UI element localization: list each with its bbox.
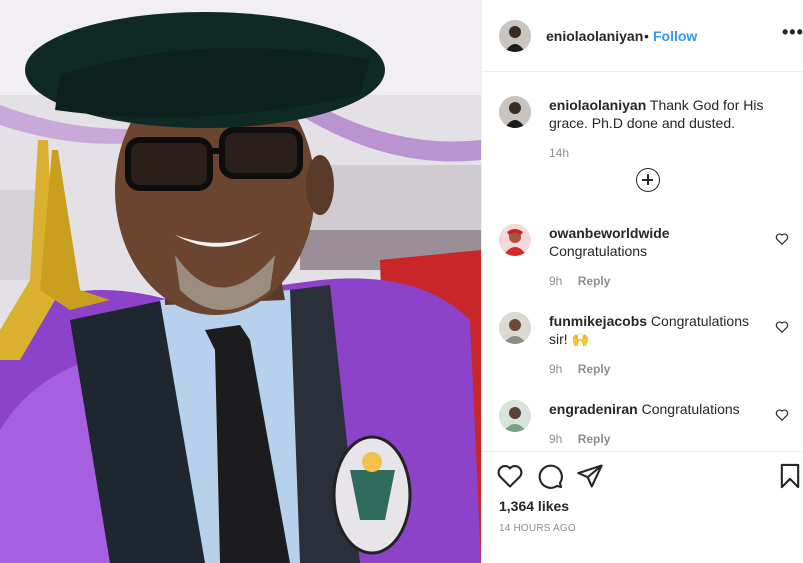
post-photo[interactable] [0, 0, 481, 563]
actions-divider [482, 451, 803, 452]
caption-text: eniolaolaniyan Thank God for His grace. … [549, 96, 779, 132]
graduate-photo-image [0, 0, 481, 563]
author-username[interactable]: eniolaolaniyan [546, 28, 643, 44]
more-options-icon[interactable]: ••• [782, 22, 803, 43]
caption-author-avatar[interactable] [499, 96, 531, 128]
comment-meta: 9h Reply [549, 274, 610, 288]
commenter-avatar[interactable] [499, 312, 531, 344]
caption-username[interactable]: eniolaolaniyan [549, 97, 646, 113]
separator-dot: • [644, 28, 649, 44]
bookmark-icon[interactable] [776, 462, 803, 490]
heart-icon[interactable] [775, 408, 789, 422]
author-avatar[interactable] [499, 20, 531, 52]
like-count[interactable]: 1,364 likes [499, 498, 569, 514]
comment-meta: 9h Reply [549, 362, 610, 376]
comment-username[interactable]: owanbeworldwide [549, 225, 670, 241]
comment-meta: 9h Reply [549, 432, 610, 446]
comment-time[interactable]: 9h [549, 362, 562, 376]
comment-body: Congratulations [549, 243, 648, 259]
comment-body: Congratulations [641, 401, 740, 417]
comment-time[interactable]: 9h [549, 274, 562, 288]
reply-button[interactable]: Reply [578, 432, 611, 446]
post-timestamp[interactable]: 14 HOURS AGO [499, 523, 576, 534]
comment-bubble-icon[interactable] [536, 462, 564, 490]
commenter-avatar[interactable] [499, 224, 531, 256]
heart-icon[interactable] [496, 462, 524, 490]
comment-text: funmikejacobs Congratulations sir! 🙌 [549, 312, 769, 348]
follow-button[interactable]: Follow [653, 28, 697, 44]
reply-button[interactable]: Reply [578, 274, 611, 288]
plus-circle-icon[interactable] [636, 168, 660, 192]
caption-timestamp[interactable]: 14h [549, 146, 569, 160]
comment-username[interactable]: funmikejacobs [549, 313, 647, 329]
heart-icon[interactable] [775, 232, 789, 246]
paper-plane-icon[interactable] [576, 462, 604, 490]
comment-text: owanbeworldwide Congratulations [549, 224, 769, 260]
heart-icon[interactable] [775, 320, 789, 334]
commenter-avatar[interactable] [499, 400, 531, 432]
comment-time[interactable]: 9h [549, 432, 562, 446]
post-header: eniolaolaniyan • Follow ••• [482, 0, 803, 72]
comment-username[interactable]: engradeniran [549, 401, 638, 417]
comment-text: engradeniran Congratulations [549, 400, 769, 418]
reply-button[interactable]: Reply [578, 362, 611, 376]
post-details-panel: eniolaolaniyan • Follow ••• eniolaolaniy… [481, 0, 803, 563]
action-bar [482, 458, 803, 498]
